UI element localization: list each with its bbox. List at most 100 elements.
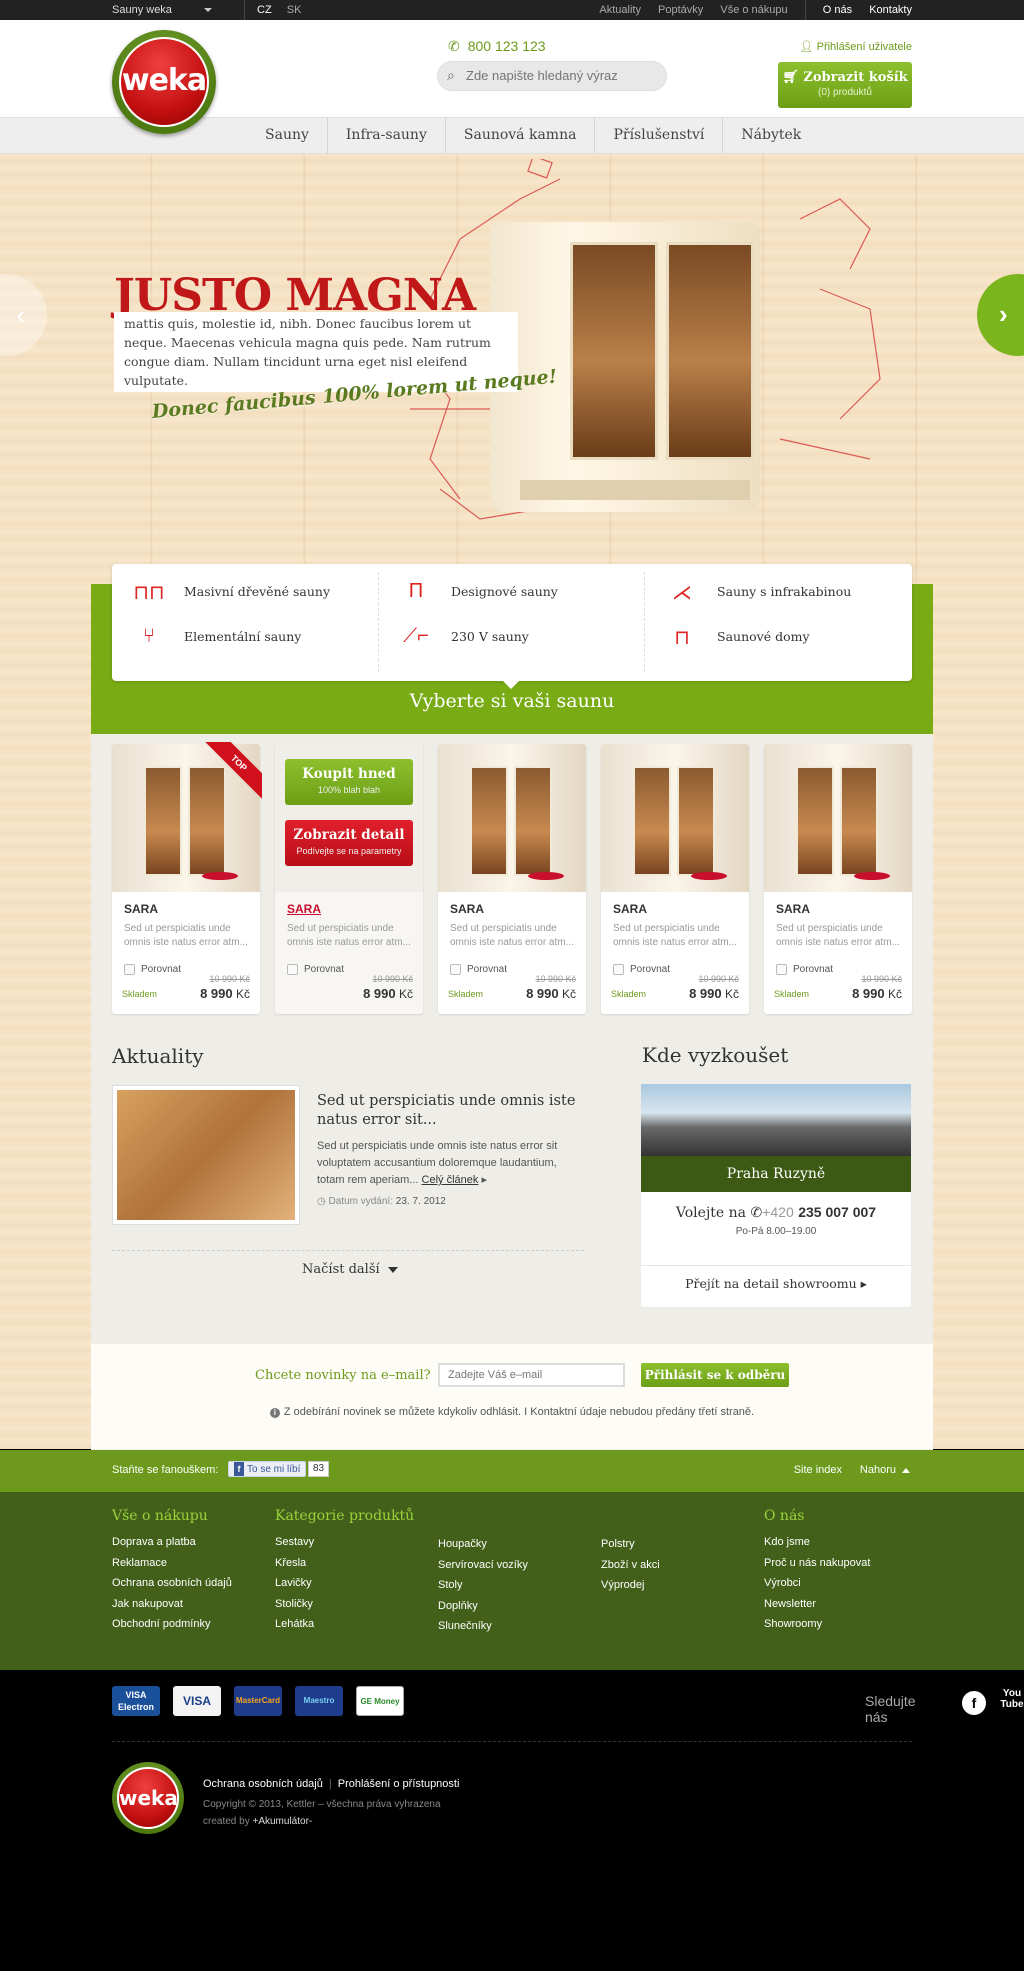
product-card[interactable]: SARA Sed ut perspiciatis unde omnis iste…	[764, 744, 912, 1014]
slider-prev-button[interactable]: ‹	[0, 274, 47, 356]
footer-link[interactable]: Lavičky	[275, 1573, 414, 1594]
footer-link[interactable]: Slunečníky	[438, 1616, 528, 1637]
slider-next-button[interactable]: ›	[977, 274, 1024, 356]
lang-sk[interactable]: SK	[287, 4, 302, 16]
cart-icon: 🛒︎	[782, 70, 804, 85]
chevron-right-icon: ▸	[481, 1174, 487, 1186]
compare-checkbox[interactable]: Porovnat	[450, 964, 507, 975]
logo[interactable]: weka	[112, 30, 216, 134]
top-link-kontakty[interactable]: Kontakty	[869, 4, 912, 16]
top-link-poptavky[interactable]: Poptávky	[658, 4, 703, 16]
stool-icon: Π	[408, 580, 424, 602]
footer-logo[interactable]: weka	[112, 1762, 184, 1834]
youtube-icon[interactable]: You Tube	[1000, 1688, 1024, 1716]
product-name[interactable]: SARA	[287, 902, 321, 916]
author-link[interactable]: +Akumulátor-	[252, 1816, 312, 1827]
product-card[interactable]: TOP SARA Sed ut perspiciatis unde omnis …	[112, 742, 262, 1014]
sauna-door	[840, 766, 878, 876]
product-card[interactable]: SARA Sed ut perspiciatis unde omnis iste…	[601, 744, 749, 1014]
login-link[interactable]: 👤︎ Přihlášení uživatele	[800, 40, 912, 53]
footer-link[interactable]: Stoly	[438, 1575, 528, 1596]
product-image[interactable]	[764, 744, 912, 892]
nav-item-nabytek[interactable]: Nábytek	[723, 118, 819, 154]
footer-link[interactable]: Jak nakupovat	[112, 1594, 232, 1615]
footer-link[interactable]: Doplňky	[438, 1596, 528, 1617]
show-detail-button[interactable]: Zobrazit detail Podívejte se na parametry	[285, 820, 413, 866]
date-label: Datum vydání:	[328, 1196, 393, 1207]
nav-item-saunova-kamna[interactable]: Saunová kamna	[446, 118, 596, 154]
footer-link[interactable]: Kdo jsme	[764, 1532, 870, 1553]
footer-link[interactable]: Křesla	[275, 1553, 414, 1574]
read-more-link[interactable]: Celý článek	[422, 1174, 479, 1186]
category-item-elementalni[interactable]: ⑂ Elementální sauny	[132, 617, 372, 657]
product-image[interactable]	[601, 744, 749, 892]
product-card[interactable]: Koupit hned 100% blah blah Zobrazit detai…	[275, 744, 423, 1014]
footer-link[interactable]: Newsletter	[764, 1594, 870, 1615]
footer-link[interactable]: Reklamace	[112, 1553, 232, 1574]
footer-link[interactable]: Sestavy	[275, 1532, 414, 1553]
showroom-card: Praha Ruzyně Volejte na ✆+420 235 007 00…	[641, 1084, 911, 1307]
privacy-link[interactable]: Ochrana osobních údajů	[203, 1778, 323, 1790]
newsletter-subscribe-button[interactable]: Přihlásit se k odběru	[641, 1363, 789, 1387]
top-bar: Sauny weka CZ SK Aktuality Poptávky Vše …	[0, 0, 1024, 20]
footer-link[interactable]: Polstry	[601, 1534, 660, 1555]
footer-link[interactable]: Doprava a platba	[112, 1532, 232, 1553]
compare-checkbox[interactable]: Porovnat	[124, 964, 181, 975]
lang-cz[interactable]: CZ	[257, 4, 272, 16]
showroom-photo[interactable]	[641, 1084, 911, 1156]
compare-label: Porovnat	[467, 964, 508, 976]
product-image[interactable]	[438, 744, 586, 892]
back-to-top-link[interactable]: Nahoru	[860, 1464, 910, 1476]
compare-checkbox[interactable]: Porovnat	[776, 964, 833, 975]
footer-link[interactable]: Lehátka	[275, 1614, 414, 1635]
top-link-o-nas[interactable]: O nás	[823, 4, 852, 16]
category-item-saunove-domy[interactable]: ⊓ Saunové domy	[665, 617, 905, 657]
nav-item-sauny[interactable]: Sauny	[247, 118, 328, 154]
site-select[interactable]: Sauny weka	[112, 0, 212, 20]
category-item-designove[interactable]: Π Designové sauny	[399, 572, 639, 612]
top-link-aktuality[interactable]: Aktuality	[599, 4, 641, 16]
search-input[interactable]	[466, 68, 656, 83]
phone-number: 235 007 007	[798, 1204, 877, 1220]
phone[interactable]: ✆ 800 123 123	[448, 38, 546, 55]
accessibility-link[interactable]: Prohlášení o přístupnosti	[338, 1778, 460, 1790]
footer-link[interactable]: Ochrana osobních údajů	[112, 1573, 232, 1594]
product-name[interactable]: SARA	[776, 902, 810, 916]
facebook-like-button[interactable]: f To se mi líbí	[228, 1461, 307, 1477]
category-item-230v[interactable]: ⟋⌐ 230 V sauny	[399, 617, 639, 657]
showroom-city[interactable]: Praha Ruzyně	[641, 1156, 911, 1192]
footer-link[interactable]: Obchodní podmínky	[112, 1614, 232, 1635]
footer-link[interactable]: Showroomy	[764, 1614, 870, 1635]
cart-button[interactable]: 🛒︎ Zobrazit košík (0) produktů	[778, 62, 912, 108]
category-item-infrakabina[interactable]: ⋌ Sauny s infrakabinou	[665, 572, 905, 612]
product-name[interactable]: SARA	[613, 902, 647, 916]
footer-link[interactable]: Zboží v akci	[601, 1555, 660, 1576]
news-image[interactable]	[112, 1085, 300, 1225]
footer-col-kategorie-2: Houpačky Servírovací vozíky Stoly Doplňk…	[438, 1534, 528, 1637]
product-card[interactable]: SARA Sed ut perspiciatis unde omnis iste…	[438, 744, 586, 1014]
footer-link[interactable]: Houpačky	[438, 1534, 528, 1555]
footer-link[interactable]: Proč u nás nakupovat	[764, 1553, 870, 1574]
cart-label: Zobrazit košík	[803, 70, 908, 85]
footer-link[interactable]: Stoličky	[275, 1594, 414, 1615]
top-link-nakup[interactable]: Vše o nákupu	[720, 4, 787, 16]
footer-link[interactable]: Servírovací vozíky	[438, 1555, 528, 1576]
buy-now-button[interactable]: Koupit hned 100% blah blah	[285, 759, 413, 805]
load-more-button[interactable]: Načíst další	[302, 1262, 398, 1277]
product-name[interactable]: SARA	[450, 902, 484, 916]
news-headline[interactable]: Sed ut perspiciatis unde omnis iste natu…	[317, 1092, 587, 1130]
compare-checkbox[interactable]: Porovnat	[287, 964, 344, 975]
product-name[interactable]: SARA	[124, 902, 158, 916]
nav-item-prislusenstvi[interactable]: Příslušenství	[595, 118, 724, 154]
facebook-icon[interactable]: f	[962, 1691, 986, 1715]
category-item-masivni[interactable]: ⊓⊓ Masivní dřevěné sauny	[132, 572, 372, 612]
compare-checkbox[interactable]: Porovnat	[613, 964, 670, 975]
showroom-detail-link[interactable]: Přejít na detail showroomu ▸	[641, 1265, 911, 1291]
footer-link[interactable]: Výrobci	[764, 1573, 870, 1594]
checkbox-icon	[450, 964, 461, 975]
newsletter-email-input[interactable]	[438, 1363, 625, 1387]
footer-link[interactable]: Výprodej	[601, 1575, 660, 1596]
search-icon[interactable]: ⌕	[447, 67, 455, 84]
site-index-link[interactable]: Site index	[794, 1464, 842, 1476]
nav-item-infra-sauny[interactable]: Infra-sauny	[328, 118, 446, 154]
